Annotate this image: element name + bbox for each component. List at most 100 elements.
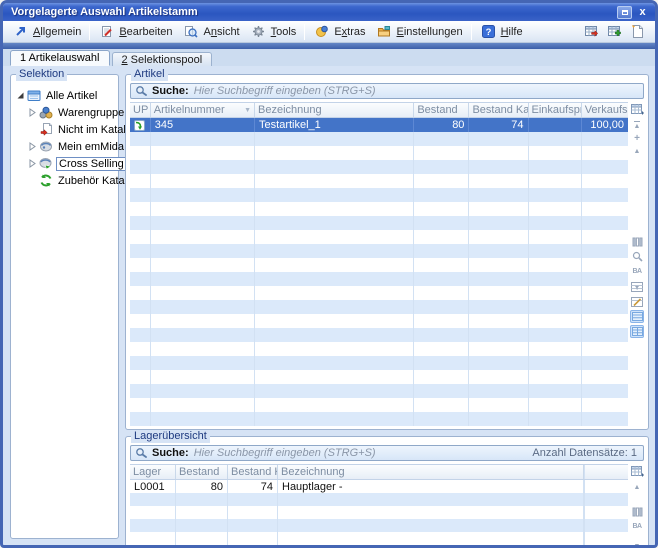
recycle-icon	[38, 174, 54, 187]
svg-text:?: ?	[485, 27, 491, 38]
menu-ansicht[interactable]: Ansicht	[178, 22, 245, 42]
artikel-table-header: UP Artikelnummer▼ Bezeichnung Bestand Be…	[130, 103, 628, 118]
table-row-empty	[130, 412, 628, 426]
menu-separator	[304, 24, 305, 40]
globe-green-icon	[38, 157, 54, 170]
filter-grid-icon[interactable]	[630, 280, 644, 293]
scroll-top-icon[interactable]	[630, 119, 644, 132]
column-header-artikelnummer[interactable]: Artikelnummer▼	[151, 103, 255, 117]
app-window: Vorgelagerte Auswahl Artikelstamm Allgem…	[0, 0, 658, 548]
add-icon[interactable]	[630, 132, 644, 145]
zoom-icon[interactable]	[630, 250, 644, 263]
table-row-empty	[130, 258, 628, 272]
menu-allgemein[interactable]: Allgemein	[7, 22, 86, 42]
table-row-empty	[130, 286, 628, 300]
column-header-verkaufspreis[interactable]: Verkaufspreis	[582, 103, 628, 117]
restore-button[interactable]	[617, 6, 632, 19]
lager-search-input[interactable]: Suche: Hier Suchbegriff eingeben (STRG+S…	[130, 445, 644, 461]
table-row-empty	[130, 493, 628, 506]
column-header-lager[interactable]: Lager	[130, 465, 176, 479]
column-chooser-icon[interactable]	[630, 465, 644, 478]
columns-icon[interactable]	[630, 505, 644, 518]
column-header-bezeichnung[interactable]: Bezeichnung	[278, 465, 584, 479]
menu-bar: Allgemein Bearbeiten Ansicht Tools Extra…	[3, 21, 655, 43]
expander-expanded-icon[interactable]	[14, 91, 26, 100]
table-row-empty	[130, 398, 628, 412]
column-header-bestand-kalk[interactable]: Bestand Kalk.	[228, 465, 278, 479]
search-icon	[135, 447, 147, 459]
artikel-table: UP Artikelnummer▼ Bezeichnung Bestand Be…	[130, 102, 628, 426]
record-count: Anzahl Datensätze: 1	[532, 447, 637, 459]
tree-item-alle-artikel[interactable]: Alle Artikel	[14, 87, 116, 104]
tab-selektionspool[interactable]: 2 Selektionspool	[112, 52, 213, 66]
tab-artikelauswahl[interactable]: 1 Artikelauswahl	[10, 50, 110, 66]
layout-view-1-icon[interactable]	[630, 310, 644, 323]
menu-tools[interactable]: Tools	[245, 22, 302, 42]
restore-icon	[622, 10, 628, 15]
tree-item-nicht-im-katalog[interactable]: Nicht im Katalog	[14, 121, 116, 138]
best-fit-icon[interactable]: BA	[630, 265, 644, 278]
help-icon: ?	[480, 24, 497, 40]
menu-hilfe[interactable]: ? Hilfe	[475, 22, 528, 42]
expander-collapsed-icon[interactable]	[26, 159, 38, 168]
menu-einstellungen[interactable]: Einstellungen	[371, 22, 468, 42]
not-in-catalog-icon	[38, 123, 54, 136]
lager-group-label: Lagerübersicht	[131, 430, 210, 443]
menu-bearbeiten[interactable]: Bearbeiten	[93, 22, 177, 42]
column-header-bezeichnung[interactable]: Bezeichnung	[255, 103, 414, 117]
column-header-bestand[interactable]: Bestand	[414, 103, 469, 117]
scroll-up-icon[interactable]	[630, 145, 644, 158]
search-icon	[135, 85, 147, 97]
expander-collapsed-icon[interactable]	[26, 108, 38, 117]
table-row-empty	[130, 370, 628, 384]
tree-item-zubehoer-katalog[interactable]: Zubehör Katalog	[14, 172, 116, 189]
empty-rows	[130, 132, 628, 426]
column-header-bestand[interactable]: Bestand	[176, 465, 228, 479]
new-document-icon[interactable]	[629, 24, 646, 40]
table-row-empty	[130, 342, 628, 356]
table-row[interactable]: L0001 80 74 Hauptlager -	[130, 480, 628, 493]
table-row-empty	[130, 272, 628, 286]
menu-separator	[89, 24, 90, 40]
close-button[interactable]	[635, 6, 650, 19]
globe-icon	[38, 140, 54, 153]
lager-panel: Lagerübersicht Suche: Hier Suchbegriff e…	[125, 436, 649, 548]
magnifier-page-icon	[183, 24, 200, 40]
expander-collapsed-icon[interactable]	[26, 142, 38, 151]
gear-icon	[250, 24, 267, 40]
table-row-empty	[130, 314, 628, 328]
artikel-panel: Artikel Suche: Hier Suchbegriff eingeben…	[125, 74, 649, 430]
table-row-empty	[130, 174, 628, 188]
empty-rows	[130, 493, 628, 545]
best-fit-icon[interactable]: BA	[630, 520, 644, 533]
scroll-down-icon[interactable]	[630, 540, 644, 548]
artikel-group-label: Artikel	[131, 68, 168, 81]
grid-export-red-icon[interactable]	[583, 24, 600, 40]
artikel-search-input[interactable]: Suche: Hier Suchbegriff eingeben (STRG+S…	[130, 83, 644, 99]
column-header-up[interactable]: UP	[130, 103, 151, 117]
lager-grid: Lager Bestand Bestand Kalk. Bezeichnung …	[130, 464, 646, 545]
grid-import-green-icon[interactable]	[606, 24, 623, 40]
menu-extras[interactable]: Extras	[308, 22, 370, 42]
layout-view-2-icon[interactable]	[630, 325, 644, 338]
table-row-empty	[130, 384, 628, 398]
columns-icon[interactable]	[630, 235, 644, 248]
filter-dropdown-icon[interactable]: ▼	[244, 107, 251, 114]
scroll-up-icon[interactable]	[630, 481, 644, 494]
table-row-empty	[130, 202, 628, 216]
table-row-empty	[130, 132, 628, 146]
table-row-empty	[130, 230, 628, 244]
tree-item-cross-selling-katalog[interactable]: Cross Selling Katalog	[14, 155, 116, 172]
edit-grid-icon[interactable]	[630, 295, 644, 308]
table-row-empty	[130, 532, 628, 545]
lager-table-header: Lager Bestand Bestand Kalk. Bezeichnung	[130, 465, 628, 480]
artikel-grid: UP Artikelnummer▼ Bezeichnung Bestand Be…	[130, 102, 646, 426]
tree-item-mein-emmida[interactable]: Mein emMida	[14, 138, 116, 155]
column-header-bestand-kalk[interactable]: Bestand Kalk..	[469, 103, 528, 117]
tree-item-warengruppen[interactable]: Warengruppen	[14, 104, 116, 121]
column-header-einkaufspreis[interactable]: Einkaufspreis	[529, 103, 582, 117]
column-chooser-icon[interactable]	[630, 103, 644, 116]
table-row-selected[interactable]: 345 Testartikel_1 80 74 100,00	[130, 118, 628, 132]
right-column: Artikel Suche: Hier Suchbegriff eingeben…	[125, 74, 649, 539]
up-cell	[130, 118, 151, 132]
